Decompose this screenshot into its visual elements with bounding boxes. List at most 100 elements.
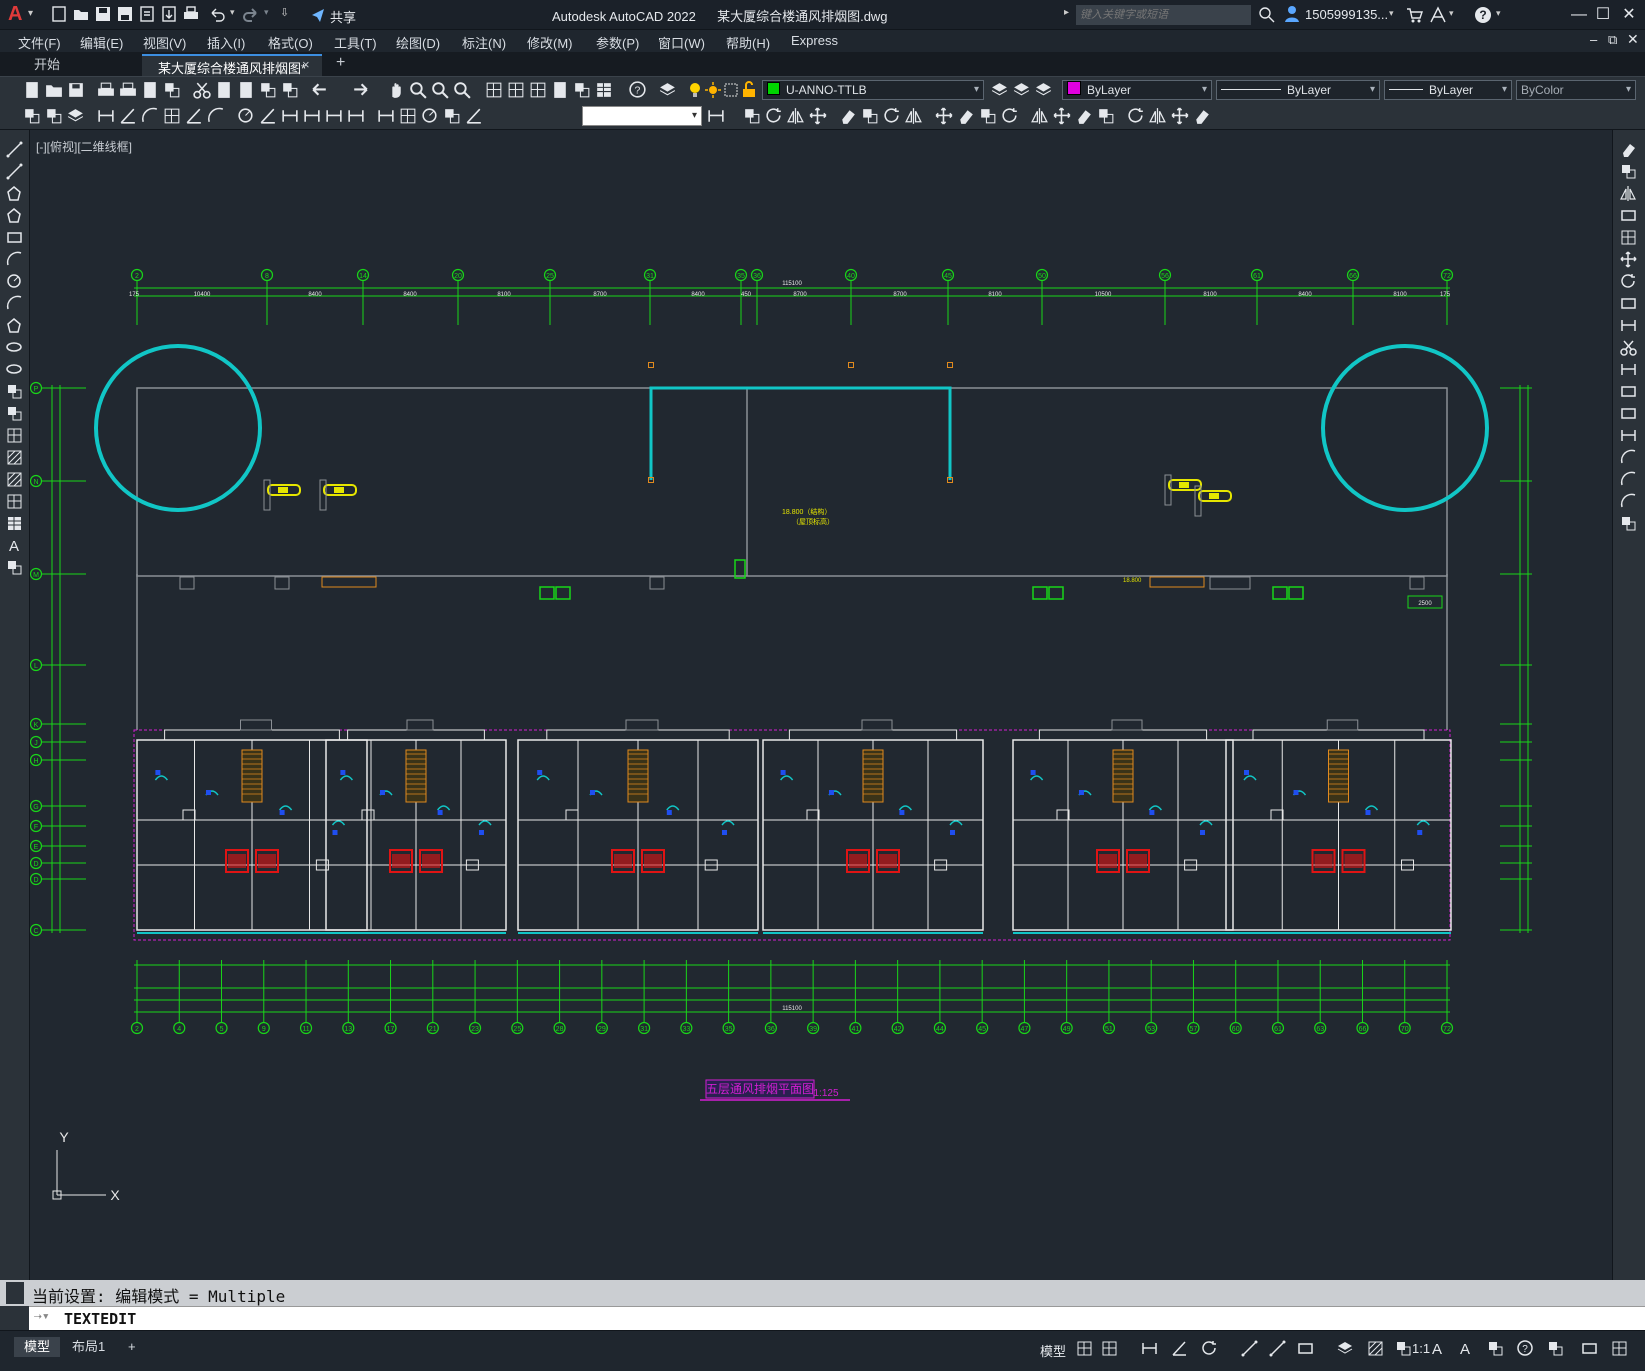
dim-tool-15-icon[interactable] bbox=[376, 106, 396, 126]
dim-tool-1-icon[interactable] bbox=[44, 106, 64, 126]
modify-pal-4-icon[interactable] bbox=[1619, 228, 1639, 248]
modify-pal-14-icon[interactable] bbox=[1619, 448, 1639, 468]
redo-dropdown-icon[interactable]: ▾ bbox=[264, 7, 269, 18]
dim-tool-18-icon[interactable] bbox=[442, 106, 462, 126]
lock-open-icon[interactable] bbox=[740, 81, 758, 99]
modify-pal-8-icon[interactable] bbox=[1619, 316, 1639, 336]
tab-layout1[interactable]: 布局1 bbox=[62, 1337, 115, 1357]
app-menu-chevron-icon[interactable]: ▾ bbox=[28, 8, 33, 19]
doc-minimize-button[interactable]: – bbox=[1590, 32, 1597, 47]
dim-tool-2-icon[interactable] bbox=[66, 106, 86, 126]
modify-tool-17-icon[interactable] bbox=[1148, 106, 1168, 126]
layer-states-icon[interactable] bbox=[1034, 80, 1054, 100]
3d-print-icon[interactable] bbox=[162, 80, 182, 100]
tab-close-icon[interactable]: × bbox=[302, 57, 310, 72]
modify-pal-11-icon[interactable] bbox=[1619, 382, 1639, 402]
draw-tool-14-icon[interactable] bbox=[5, 448, 25, 468]
user-name[interactable]: 1505999135... bbox=[1305, 7, 1388, 22]
menu-item-11[interactable]: 帮助(H) bbox=[726, 33, 770, 52]
lineweight-dropdown[interactable]: ByLayer ▾ bbox=[1384, 80, 1512, 100]
modify-pal-2-icon[interactable] bbox=[1619, 184, 1639, 204]
customize-qat-icon[interactable]: ⇩ bbox=[280, 6, 289, 19]
close-button[interactable]: ✕ bbox=[1618, 5, 1640, 25]
user-menu-chevron-icon[interactable]: ▾ bbox=[1389, 8, 1394, 19]
dim-tool-19-icon[interactable] bbox=[464, 106, 484, 126]
modify-tool-19-icon[interactable] bbox=[1192, 106, 1212, 126]
cart-icon[interactable] bbox=[1405, 6, 1423, 24]
paste-icon[interactable] bbox=[236, 80, 256, 100]
dim-tool-16-icon[interactable] bbox=[398, 106, 418, 126]
share-button[interactable]: 共享 bbox=[330, 7, 356, 26]
draw-tool-6-icon[interactable] bbox=[5, 272, 25, 292]
undo-tool-icon[interactable] bbox=[310, 80, 330, 100]
modify-tool-5-icon[interactable] bbox=[860, 106, 880, 126]
draw-tool-13-icon[interactable] bbox=[5, 426, 25, 446]
dim-tool-0-icon[interactable] bbox=[22, 106, 42, 126]
command-input-text[interactable]: TEXTEDIT bbox=[64, 1310, 136, 1328]
copy-icon[interactable] bbox=[214, 80, 234, 100]
customize-icon[interactable] bbox=[1610, 1339, 1630, 1359]
modify-pal-10-icon[interactable] bbox=[1619, 360, 1639, 380]
bulb-on-icon[interactable] bbox=[686, 81, 704, 99]
share-icon[interactable] bbox=[310, 7, 326, 23]
tab-model[interactable]: 模型 bbox=[14, 1337, 61, 1357]
command-tools-icon[interactable] bbox=[0, 1306, 29, 1330]
minimize-button[interactable]: — bbox=[1568, 5, 1590, 25]
publish-icon[interactable] bbox=[140, 80, 160, 100]
modify-tool-9-icon[interactable] bbox=[956, 106, 976, 126]
modify-pal-0-icon[interactable] bbox=[1619, 140, 1639, 160]
properties-icon[interactable] bbox=[484, 80, 504, 100]
dim-tool-14-icon[interactable] bbox=[346, 106, 366, 126]
menu-item-8[interactable]: 修改(M) bbox=[527, 33, 573, 52]
menu-item-5[interactable]: 工具(T) bbox=[334, 33, 377, 52]
save-file-icon[interactable] bbox=[66, 80, 86, 100]
infer-constraints-icon[interactable] bbox=[1140, 1339, 1160, 1359]
menu-item-7[interactable]: 标注(N) bbox=[462, 33, 506, 52]
sheet-set-icon[interactable] bbox=[550, 80, 570, 100]
dim-tool-12-icon[interactable] bbox=[302, 106, 322, 126]
modify-tool-8-icon[interactable] bbox=[934, 106, 954, 126]
menu-item-4[interactable]: 格式(O) bbox=[268, 33, 313, 52]
menu-item-2[interactable]: 视图(V) bbox=[143, 33, 186, 52]
modify-tool-10-icon[interactable] bbox=[978, 106, 998, 126]
command-line[interactable]: ⇢▾ TEXTEDIT bbox=[0, 1306, 1645, 1330]
hardware-accel-icon[interactable] bbox=[1546, 1339, 1566, 1359]
clean-screen-icon[interactable] bbox=[1580, 1339, 1600, 1359]
menu-item-1[interactable]: 编辑(E) bbox=[80, 33, 123, 52]
draw-tool-1-icon[interactable] bbox=[5, 162, 25, 182]
tool-palette-icon[interactable] bbox=[528, 80, 548, 100]
modify-tool-12-icon[interactable] bbox=[1030, 106, 1050, 126]
undo-icon[interactable] bbox=[208, 5, 226, 23]
help-chevron-icon[interactable]: ▾ bbox=[1496, 8, 1501, 19]
add-layout-button[interactable]: + bbox=[118, 1337, 146, 1357]
tab-start[interactable]: 开始 bbox=[10, 54, 140, 76]
modify-tool-11-icon[interactable] bbox=[1000, 106, 1020, 126]
modify-tool-6-icon[interactable] bbox=[882, 106, 902, 126]
annotation-visibility-icon[interactable]: A bbox=[1428, 1339, 1448, 1359]
modify-tool-13-icon[interactable] bbox=[1052, 106, 1072, 126]
menu-item-10[interactable]: 窗口(W) bbox=[658, 33, 705, 52]
plotstyle-dropdown[interactable]: ByColor ▾ bbox=[1516, 80, 1636, 100]
markup-icon[interactable] bbox=[572, 80, 592, 100]
dim-tool-3-icon[interactable] bbox=[96, 106, 116, 126]
lineweight-icon[interactable] bbox=[1336, 1339, 1356, 1359]
redo-icon[interactable] bbox=[242, 5, 260, 23]
color-dropdown[interactable]: ByLayer ▾ bbox=[1062, 80, 1212, 100]
app-chevron-icon[interactable]: ▾ bbox=[1449, 8, 1454, 19]
grid-display-icon[interactable] bbox=[1075, 1339, 1095, 1359]
match-prop-icon[interactable] bbox=[258, 80, 278, 100]
layer-previous-icon[interactable] bbox=[1012, 80, 1032, 100]
draw-tool-5-icon[interactable] bbox=[5, 250, 25, 270]
layer-dropdown[interactable]: U-ANNO-TTLB ▾ bbox=[762, 80, 984, 100]
dim-tool-8-icon[interactable] bbox=[206, 106, 226, 126]
undo-dropdown-icon[interactable]: ▾ bbox=[230, 7, 235, 18]
linetype-dropdown[interactable]: ByLayer ▾ bbox=[1216, 80, 1380, 100]
plot-preview-icon[interactable] bbox=[118, 80, 138, 100]
dim-tool-9-icon[interactable] bbox=[236, 106, 256, 126]
open-icon[interactable] bbox=[72, 5, 90, 23]
redo-tool-icon[interactable] bbox=[350, 80, 370, 100]
dim-tool-5-icon[interactable] bbox=[140, 106, 160, 126]
draw-tool-10-icon[interactable] bbox=[5, 360, 25, 380]
menu-item-3[interactable]: 插入(I) bbox=[207, 33, 245, 52]
dim-tool-7-icon[interactable] bbox=[184, 106, 204, 126]
